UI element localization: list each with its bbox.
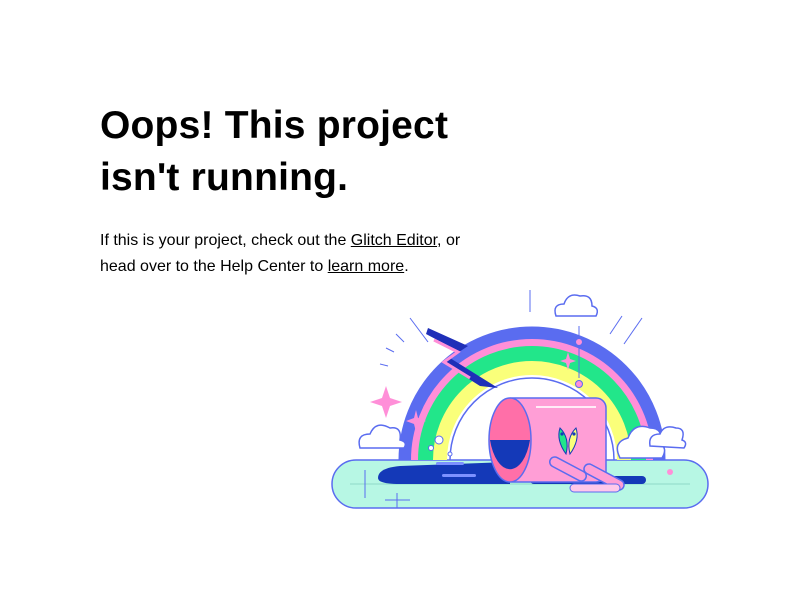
title-line-1: Oops! This project <box>100 104 449 147</box>
title-line-2: isn't running. <box>100 156 349 199</box>
rainbow-fish-can-illustration <box>331 290 709 509</box>
can <box>488 397 625 493</box>
learn-more-link[interactable]: learn more <box>328 258 404 275</box>
glitch-editor-link[interactable]: Glitch Editor <box>351 232 437 249</box>
message-text-1: If this is your project, check out the <box>100 232 351 249</box>
error-content: Oops! This project isn't running. If thi… <box>100 100 480 280</box>
help-message: If this is your project, check out the G… <box>100 228 480 280</box>
page-title: Oops! This project isn't running. <box>100 100 480 204</box>
message-text-3: . <box>404 258 409 275</box>
